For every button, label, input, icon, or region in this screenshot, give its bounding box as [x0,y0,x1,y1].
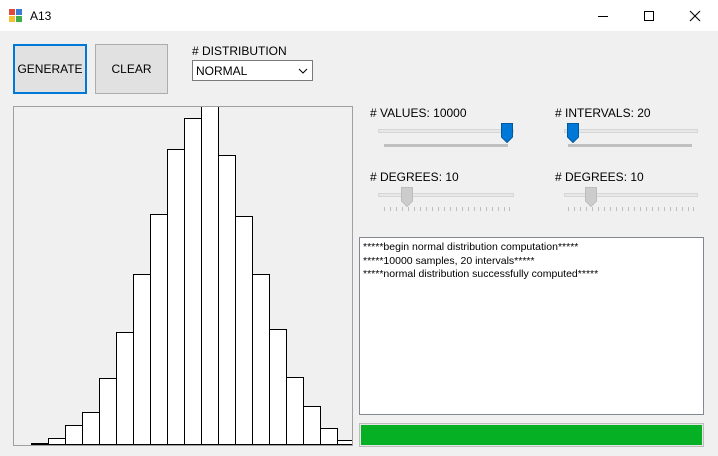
histogram-bar-8 [150,214,168,445]
maximize-icon[interactable] [626,0,672,31]
histogram-bar-9 [167,149,185,445]
close-icon[interactable] [672,0,718,31]
histogram-bar-6 [116,332,134,445]
degrees-slider-thumb-1[interactable] [401,187,413,207]
histogram-bar-17 [303,406,321,445]
degrees-slider-label-2: # DEGREES: 10 [555,170,644,184]
log-line: *****begin normal distribution computati… [363,241,579,253]
histogram-bar-19 [337,440,352,445]
intervals-slider-tick-bar [568,144,692,147]
distribution-select[interactable]: NORMAL [192,60,313,81]
histogram-bar-12 [218,155,236,445]
values-slider-thumb[interactable] [501,123,513,143]
histogram-bar-1 [31,443,49,445]
degrees-slider-ticks-1 [384,207,510,211]
distribution-selected-value: NORMAL [196,64,248,78]
histogram-bar-16 [286,377,304,445]
histogram-bar-2 [48,438,66,445]
log-line: *****normal distribution successfully co… [363,268,599,280]
degrees-slider-ticks-2 [568,207,694,211]
degrees-slider-label-1: # DEGREES: 10 [370,170,459,184]
window-title: A13 [30,9,52,23]
histogram-bar-10 [184,118,202,445]
title-bar: A13 [0,0,718,31]
histogram-chart [13,106,353,446]
histogram-bar-14 [252,274,270,445]
intervals-slider-track[interactable] [564,129,698,133]
degrees-slider-track-1[interactable] [378,193,514,197]
app-icon [9,9,23,23]
values-slider-tick-bar [384,144,508,147]
histogram-bar-11 [201,107,219,445]
log-line: *****10000 samples, 20 intervals***** [363,254,535,267]
histogram-bar-15 [269,329,287,445]
chevron-down-icon [298,68,308,74]
histogram-bar-7 [133,274,151,445]
progress-fill [361,425,702,445]
intervals-slider-label: # INTERVALS: 20 [555,106,651,120]
clear-button[interactable]: CLEAR [95,44,168,94]
values-slider-track[interactable] [378,129,514,133]
values-slider-label: # VALUES: 10000 [370,106,467,120]
progress-bar [359,423,704,447]
histogram-bar-5 [99,378,117,445]
generate-button[interactable]: GENERATE [13,44,87,94]
log-textbox[interactable]: *****begin normal distribution computati… [359,237,704,415]
histogram-bar-18 [320,428,338,445]
intervals-slider-thumb[interactable] [567,123,579,143]
histogram-bar-13 [235,216,253,445]
minimize-icon[interactable] [580,0,626,31]
degrees-slider-thumb-2[interactable] [585,187,597,207]
histogram-svg [31,107,352,445]
distribution-label: # DISTRIBUTION [192,44,287,58]
histogram-bar-4 [82,412,100,445]
histogram-bar-3 [65,425,83,445]
